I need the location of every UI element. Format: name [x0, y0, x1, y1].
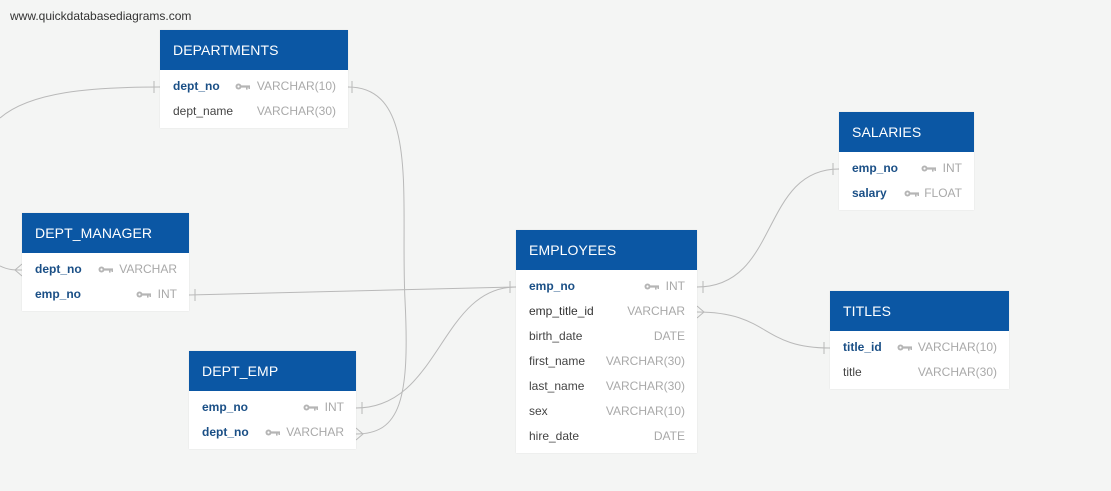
- titles-table[interactable]: TITLES title_id VARCHAR(10) title VARCHA…: [830, 291, 1009, 389]
- field-name: emp_no: [35, 287, 82, 301]
- field-row-last-name[interactable]: last_name VARCHAR(30): [516, 374, 697, 399]
- field-row-hire-date[interactable]: hire_date DATE: [516, 424, 697, 449]
- relationship-line-dept-emp-employees: [355, 286, 517, 409]
- field-row-title[interactable]: title VARCHAR(30): [830, 360, 1009, 385]
- field-type: VARCHAR(30): [256, 104, 336, 118]
- field-type: DATE: [653, 429, 685, 443]
- employees-table[interactable]: EMPLOYEES emp_no INT emp_title_id VARCHA…: [516, 230, 697, 453]
- field-type: FLOAT: [924, 186, 962, 200]
- field-name: dept_no: [202, 425, 249, 439]
- relationship-line-employees-titles: [696, 311, 831, 349]
- field-name: dept_no: [173, 79, 220, 93]
- departments-table-title: DEPARTMENTS: [160, 30, 348, 70]
- field-row-emp-no[interactable]: emp_no INT: [189, 395, 356, 420]
- field-name: emp_no: [202, 400, 249, 414]
- employees-table-title: EMPLOYEES: [516, 230, 697, 270]
- field-name: dept_name: [173, 104, 234, 118]
- field-type: VARCHAR(30): [605, 379, 685, 393]
- field-row-first-name[interactable]: first_name VARCHAR(30): [516, 349, 697, 374]
- relationship-line-offscreen-dept-manager: [0, 265, 23, 271]
- field-type: VARCHAR(10): [917, 340, 997, 354]
- dept-manager-table-title: DEPT_MANAGER: [22, 213, 189, 253]
- salaries-table-title: SALARIES: [839, 112, 974, 152]
- relationship-line-dept-manager-employees: [188, 286, 517, 296]
- field-type: VARCHAR: [119, 262, 177, 276]
- primary-key-icon: [904, 190, 919, 197]
- field-row-dept-no[interactable]: dept_no VARCHAR(10): [160, 74, 348, 99]
- field-type: INT: [157, 287, 177, 301]
- salaries-table[interactable]: SALARIES emp_no INT salary FLOAT: [839, 112, 974, 210]
- primary-key-icon: [235, 83, 250, 90]
- field-name: last_name: [529, 379, 585, 393]
- dept-emp-table[interactable]: DEPT_EMP emp_no INT dept_no VARCHAR: [189, 351, 356, 449]
- field-type: VARCHAR: [286, 425, 344, 439]
- field-name: birth_date: [529, 329, 583, 343]
- dept-manager-table[interactable]: DEPT_MANAGER dept_no VARCHAR emp_no INT: [22, 213, 189, 311]
- primary-key-icon: [303, 404, 318, 411]
- field-row-emp-no[interactable]: emp_no INT: [22, 282, 189, 307]
- field-name: title_id: [843, 340, 882, 354]
- field-name: salary: [852, 186, 887, 200]
- field-type: INT: [324, 400, 344, 414]
- field-type: DATE: [653, 329, 685, 343]
- field-name: title: [843, 365, 862, 379]
- titles-table-title: TITLES: [830, 291, 1009, 331]
- field-row-dept-no[interactable]: dept_no VARCHAR: [22, 257, 189, 282]
- field-name: first_name: [529, 354, 586, 368]
- field-row-emp-no[interactable]: emp_no INT: [839, 156, 974, 181]
- field-type: VARCHAR(30): [605, 354, 685, 368]
- field-name: emp_title_id: [529, 304, 594, 318]
- primary-key-icon: [98, 266, 113, 273]
- field-name: emp_no: [529, 279, 576, 293]
- field-row-dept-no[interactable]: dept_no VARCHAR: [189, 420, 356, 445]
- field-row-emp-no[interactable]: emp_no INT: [516, 274, 697, 299]
- departments-table[interactable]: DEPARTMENTS dept_no VARCHAR(10) dept_nam…: [160, 30, 348, 128]
- primary-key-icon: [897, 344, 912, 351]
- dept-emp-table-title: DEPT_EMP: [189, 351, 356, 391]
- field-type: VARCHAR(30): [917, 365, 997, 379]
- relationship-line-employees-salaries: [696, 168, 840, 288]
- cardinality-many-mark: [696, 305, 705, 319]
- primary-key-icon: [265, 429, 280, 436]
- field-type: INT: [942, 161, 962, 175]
- relationship-line-offscreen-departments: [0, 86, 161, 119]
- field-name: hire_date: [529, 429, 580, 443]
- primary-key-icon: [921, 165, 936, 172]
- field-row-title-id[interactable]: title_id VARCHAR(10): [830, 335, 1009, 360]
- field-type: VARCHAR(10): [605, 404, 685, 418]
- field-name: sex: [529, 404, 548, 418]
- primary-key-icon: [136, 291, 151, 298]
- field-name: dept_no: [35, 262, 82, 276]
- watermark-url: www.quickdatabasediagrams.com: [10, 9, 192, 23]
- field-name: emp_no: [852, 161, 899, 175]
- primary-key-icon: [644, 283, 659, 290]
- field-row-dept-name[interactable]: dept_name VARCHAR(30): [160, 99, 348, 124]
- field-type: INT: [665, 279, 685, 293]
- field-row-sex[interactable]: sex VARCHAR(10): [516, 399, 697, 424]
- field-type: VARCHAR: [627, 304, 685, 318]
- relationship-line-departments-dept-emp: [347, 86, 407, 435]
- field-row-emp-title-id[interactable]: emp_title_id VARCHAR: [516, 299, 697, 324]
- cardinality-many-mark: [355, 427, 364, 441]
- field-type: VARCHAR(10): [256, 79, 336, 93]
- cardinality-many-mark: [14, 263, 23, 277]
- field-row-birth-date[interactable]: birth_date DATE: [516, 324, 697, 349]
- field-row-salary[interactable]: salary FLOAT: [839, 181, 974, 206]
